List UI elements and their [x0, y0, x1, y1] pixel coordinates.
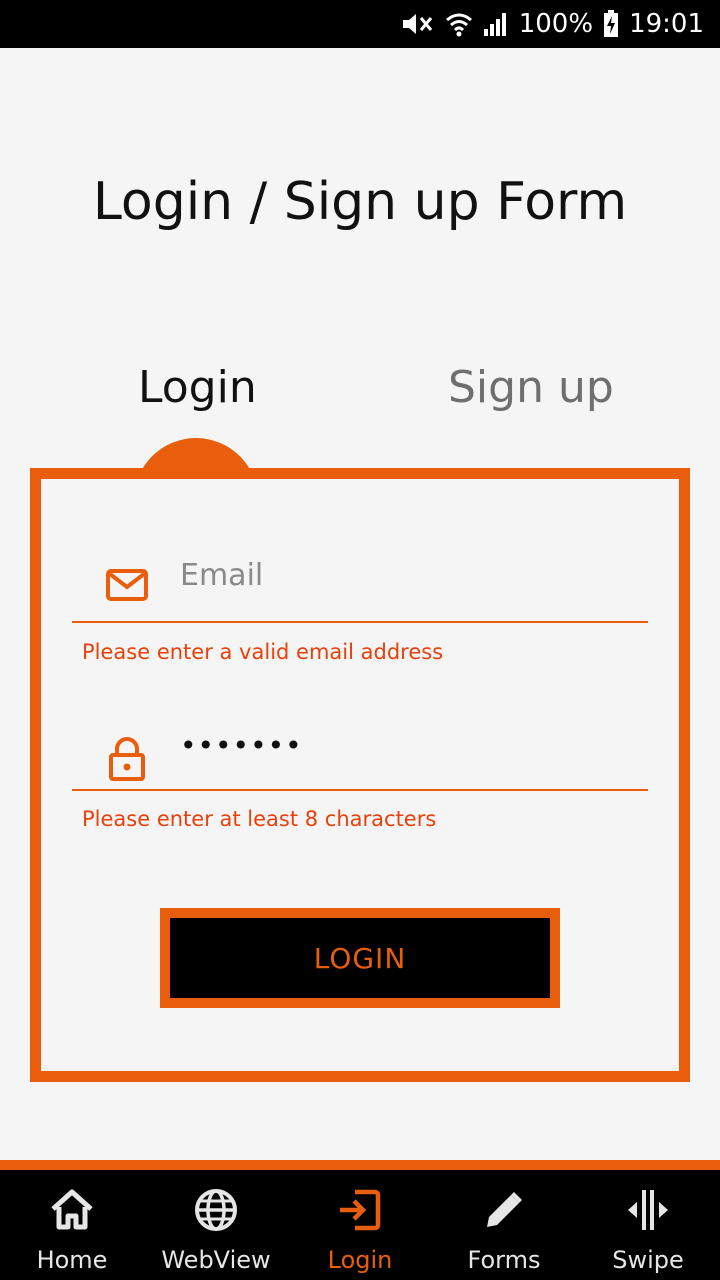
nav-label-swipe: Swipe — [612, 1246, 684, 1274]
swipe-icon — [624, 1186, 672, 1234]
login-icon — [336, 1186, 384, 1234]
wifi-icon — [445, 11, 473, 37]
email-field[interactable]: Email — [72, 548, 648, 623]
page-title: Login / Sign up Form — [92, 172, 628, 232]
email-input[interactable]: Email — [180, 558, 263, 593]
pencil-icon — [480, 1186, 528, 1234]
clock: 19:01 — [629, 9, 704, 39]
nav-label-forms: Forms — [467, 1246, 541, 1274]
login-button-label: LOGIN — [170, 918, 550, 998]
mail-icon — [104, 562, 150, 608]
nav-item-swipe[interactable]: Swipe — [576, 1170, 720, 1280]
password-error-message: Please enter at least 8 characters — [82, 807, 437, 831]
tab-login[interactable]: Login — [138, 362, 257, 413]
nav-label-webview: WebView — [161, 1246, 271, 1274]
battery-charging-icon — [603, 10, 619, 38]
nav-label-login: Login — [327, 1246, 393, 1274]
nav-label-home: Home — [36, 1246, 108, 1274]
password-input[interactable]: ••••••• — [180, 729, 303, 762]
bottom-navigation: Home WebView Login Forms Swipe — [0, 1160, 720, 1280]
signal-icon — [483, 11, 509, 37]
home-icon — [48, 1186, 96, 1234]
status-bar: 100% 19:01 — [0, 0, 720, 48]
email-error-message: Please enter a valid email address — [82, 640, 444, 664]
battery-percent: 100% — [518, 9, 594, 39]
mute-icon — [401, 11, 435, 37]
login-button[interactable]: LOGIN — [160, 908, 560, 1008]
globe-icon — [192, 1186, 240, 1234]
nav-item-home[interactable]: Home — [0, 1170, 144, 1280]
nav-item-webview[interactable]: WebView — [144, 1170, 288, 1280]
password-field[interactable]: ••••••• — [72, 715, 648, 791]
nav-item-login[interactable]: Login — [288, 1170, 432, 1280]
lock-icon — [104, 735, 150, 781]
tab-signup[interactable]: Sign up — [448, 362, 614, 413]
nav-item-forms[interactable]: Forms — [432, 1170, 576, 1280]
status-bar-right: 100% 19:01 — [401, 0, 704, 48]
